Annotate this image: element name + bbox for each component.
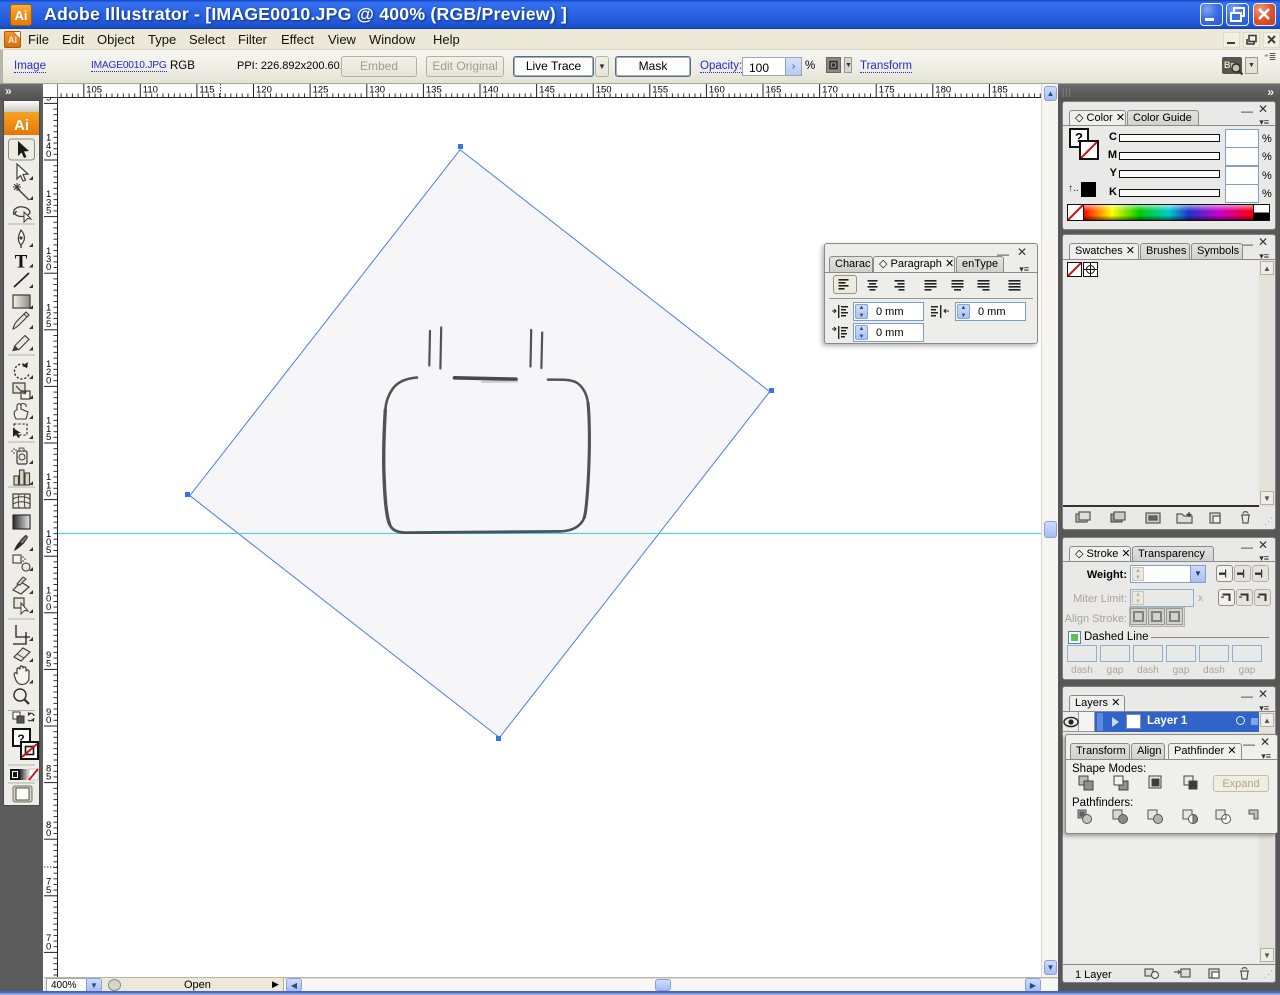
svg-text:5: 5: [46, 319, 51, 330]
svg-text:105: 105: [86, 85, 102, 96]
svg-text:5: 5: [46, 98, 51, 103]
svg-text:120: 120: [256, 85, 272, 96]
svg-text:175: 175: [879, 85, 895, 96]
svg-text:0: 0: [46, 375, 51, 386]
svg-text:180: 180: [935, 85, 951, 96]
svg-text:T: T: [15, 252, 28, 273]
svg-text:110: 110: [143, 85, 158, 96]
svg-text:0: 0: [46, 828, 51, 839]
svg-text:0: 0: [46, 715, 51, 726]
svg-text:Ai: Ai: [14, 117, 29, 134]
svg-text:150: 150: [596, 85, 612, 96]
svg-text:5: 5: [46, 658, 51, 669]
svg-text:0: 0: [46, 262, 51, 273]
svg-text:160: 160: [709, 85, 725, 96]
svg-text:0: 0: [46, 489, 51, 500]
svg-text:0: 0: [46, 149, 51, 160]
svg-text:155: 155: [652, 85, 668, 96]
svg-text:145: 145: [539, 85, 555, 96]
svg-text:135: 135: [426, 85, 442, 96]
svg-text:125: 125: [313, 85, 329, 96]
svg-text:185: 185: [992, 85, 1008, 96]
svg-text:5: 5: [46, 206, 51, 217]
svg-text:5: 5: [46, 885, 51, 896]
svg-text:165: 165: [766, 85, 782, 96]
svg-text:5: 5: [46, 772, 51, 783]
svg-text:5: 5: [46, 545, 51, 556]
svg-text:140: 140: [483, 85, 499, 96]
svg-text:170: 170: [822, 85, 838, 96]
svg-text:0: 0: [46, 602, 51, 613]
svg-text:5: 5: [46, 432, 51, 443]
svg-text:0: 0: [46, 941, 51, 952]
svg-text:130: 130: [369, 85, 385, 96]
svg-text:115: 115: [199, 85, 214, 96]
